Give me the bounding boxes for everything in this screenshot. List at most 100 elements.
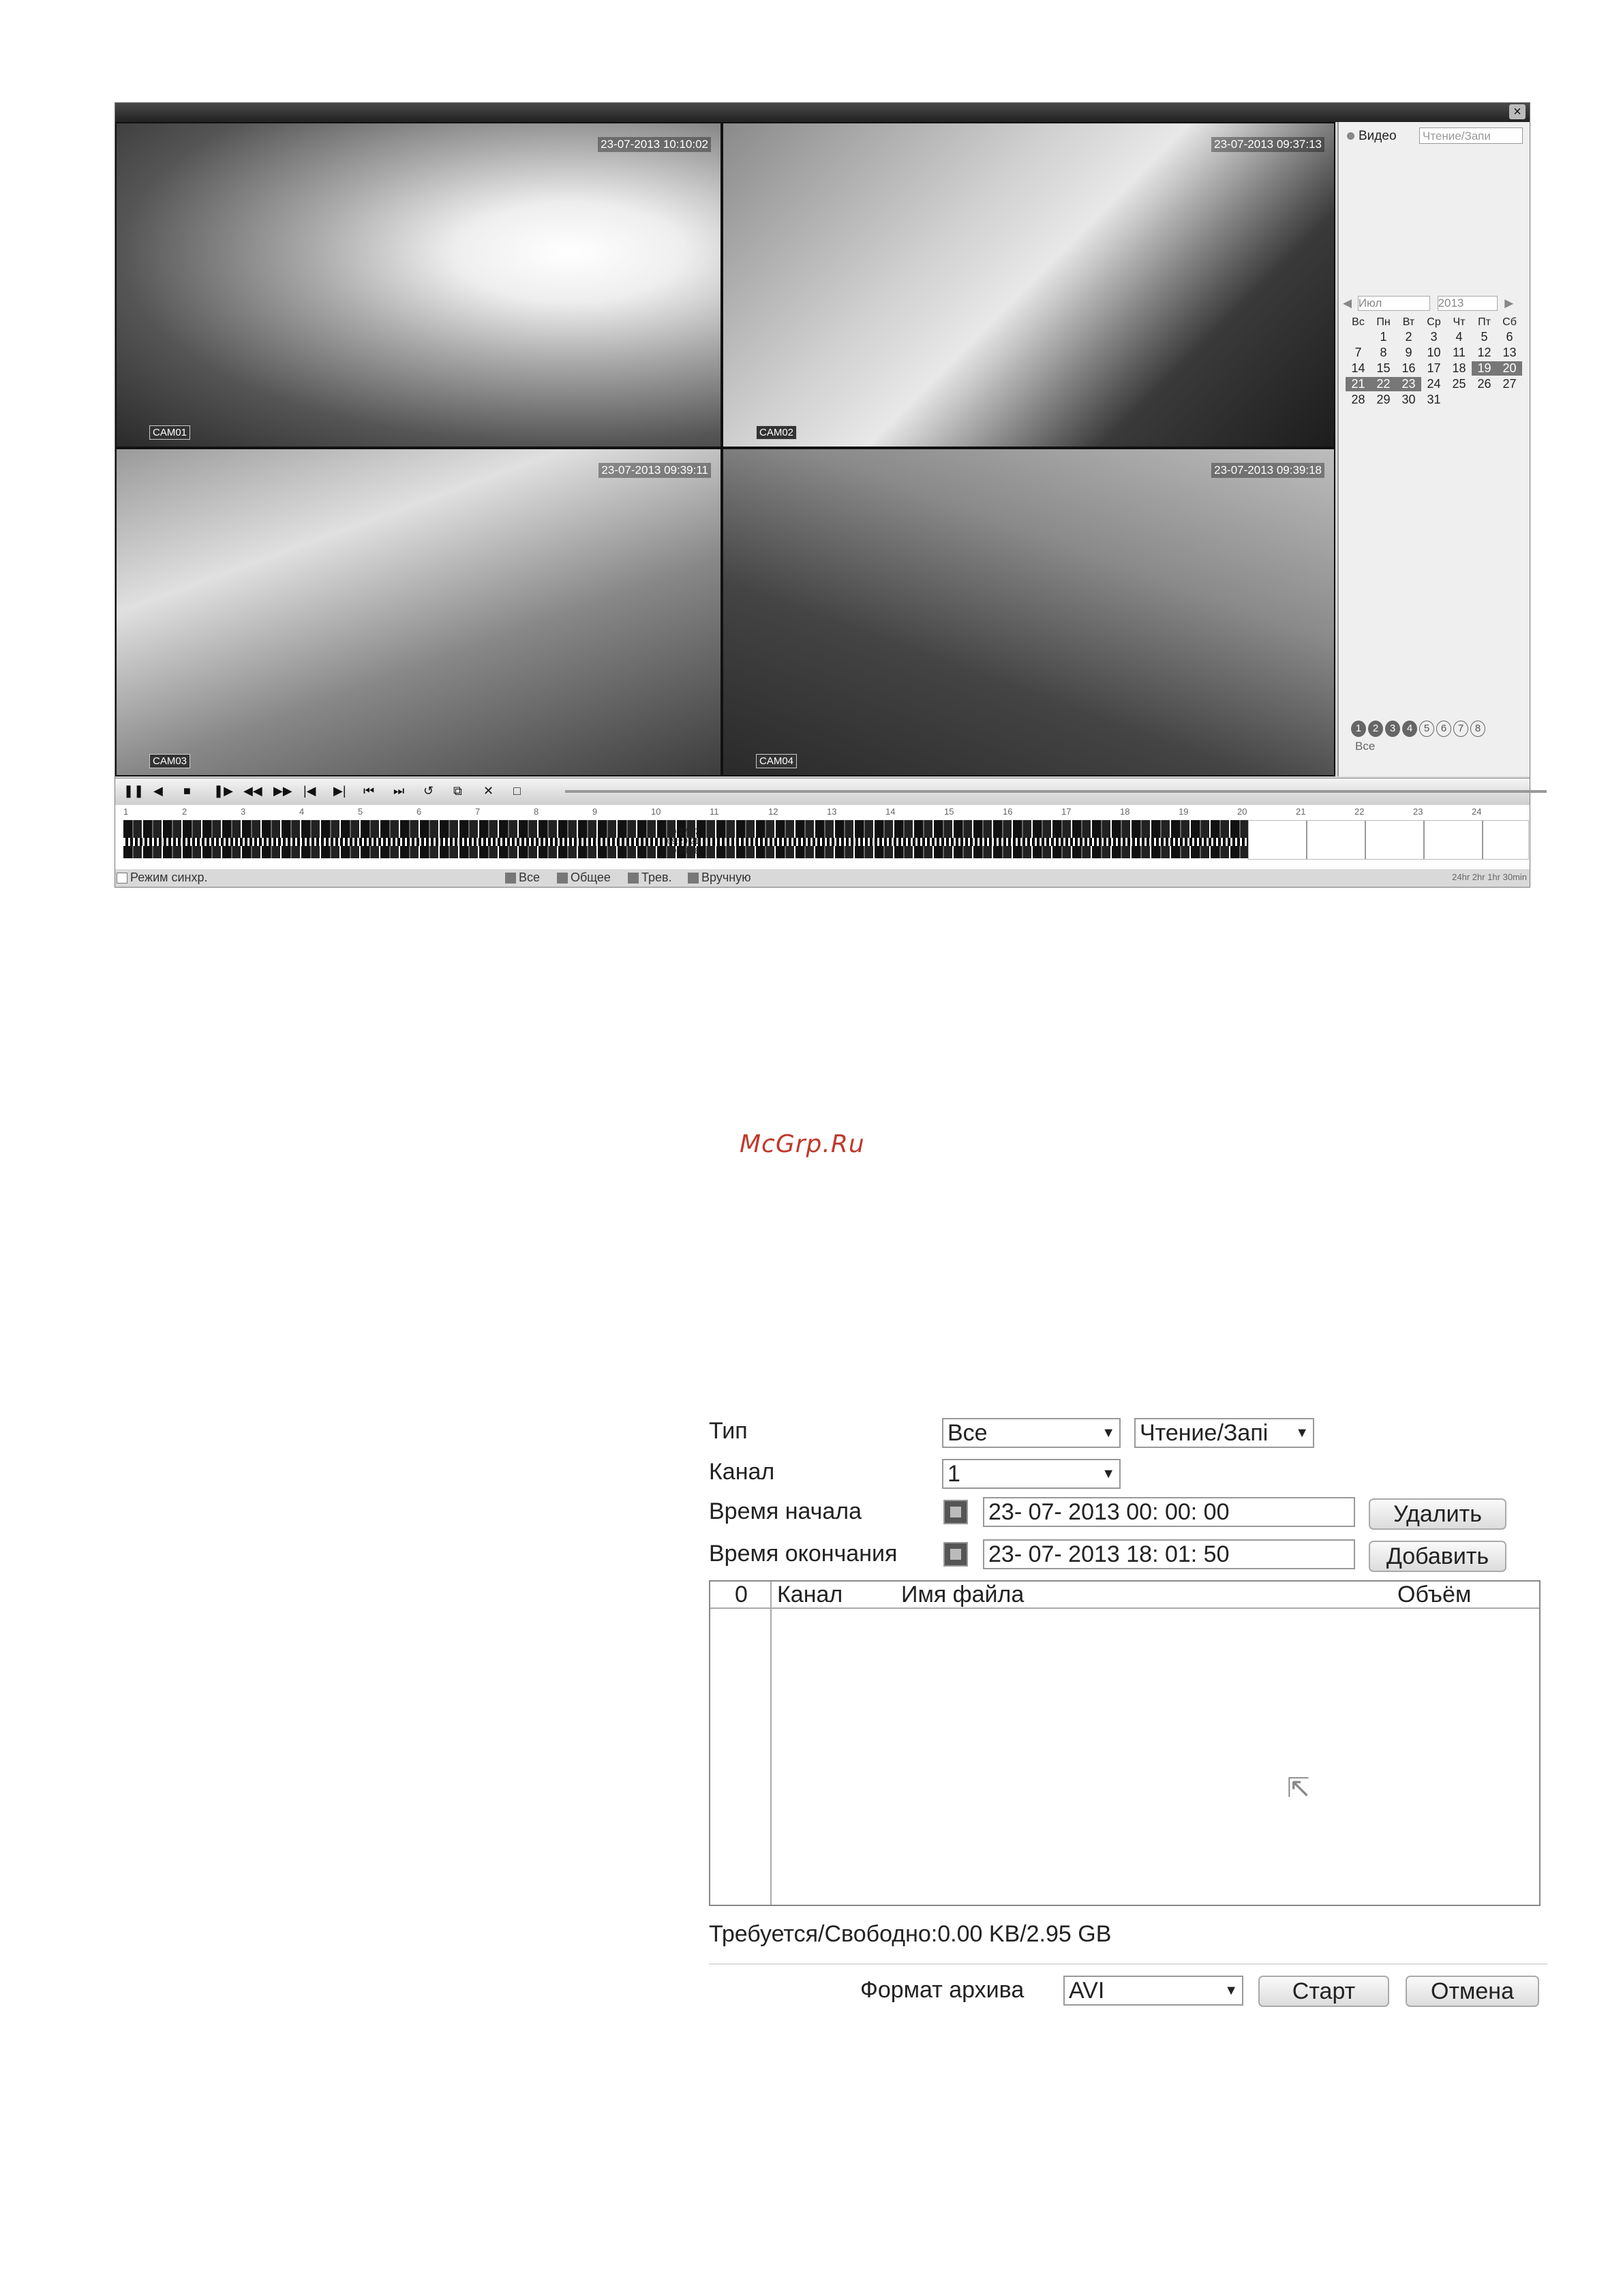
calendar-day[interactable]: 27: [1497, 377, 1522, 391]
calendar-day[interactable]: 18: [1446, 361, 1472, 376]
delete-button[interactable]: Удалить: [1369, 1498, 1506, 1530]
calendar-day[interactable]: 31: [1421, 393, 1446, 407]
calendar-day[interactable]: 26: [1472, 377, 1497, 391]
playback-control-icon[interactable]: ▶▶: [273, 784, 292, 798]
calendar-day[interactable]: 11: [1446, 346, 1472, 360]
video-radio[interactable]: Видео: [1347, 129, 1397, 144]
timeline-hour-tick: 1: [123, 806, 129, 817]
calendar-day[interactable]: 20: [1497, 361, 1522, 376]
calendar-day[interactable]: 23: [1396, 377, 1421, 391]
playback-control-icon[interactable]: ◀◀: [243, 784, 262, 798]
playback-control-icon[interactable]: ▶|: [333, 784, 346, 798]
calendar-day[interactable]: 30: [1396, 393, 1421, 407]
channel-button[interactable]: 5: [1419, 721, 1434, 737]
playback-control-icon[interactable]: ◀: [153, 784, 163, 798]
camera-timestamp: 23-07-2013 09:39:11: [598, 463, 711, 478]
calendar-day[interactable]: 24: [1421, 377, 1446, 391]
channel-button[interactable]: 3: [1385, 721, 1400, 737]
calendar-day[interactable]: 12: [1472, 346, 1497, 360]
playback-control-icon[interactable]: ✕: [483, 784, 494, 798]
calendar-day[interactable]: 6: [1497, 330, 1522, 344]
add-button[interactable]: Добавить: [1369, 1541, 1506, 1572]
calendar-day[interactable]: 15: [1371, 361, 1396, 376]
calendar-day[interactable]: 28: [1346, 393, 1371, 407]
channel-header[interactable]: Канал: [777, 1582, 843, 1608]
file-list[interactable]: 0 Канал Имя файла Объём ⇱: [709, 1580, 1541, 1906]
timeline-hour-tick: 18: [1120, 806, 1130, 817]
camera-timestamp: 23-07-2013 10:10:02: [598, 137, 711, 152]
playback-control-icon[interactable]: ⏮: [363, 784, 374, 798]
calendar-day[interactable]: 19: [1472, 361, 1497, 376]
playback-control-icon[interactable]: ↺: [423, 784, 434, 798]
calendar-day[interactable]: 21: [1346, 377, 1371, 391]
mode-select[interactable]: Чтение/Запи: [1419, 127, 1523, 144]
calendar-day[interactable]: 25: [1446, 377, 1472, 391]
calendar-day[interactable]: 8: [1371, 346, 1396, 360]
all-channels-label[interactable]: Все: [1355, 740, 1375, 753]
size-header[interactable]: Объём: [1397, 1582, 1471, 1608]
calendar-day[interactable]: 2: [1396, 330, 1421, 344]
month-select[interactable]: Июл: [1357, 296, 1430, 311]
cancel-button[interactable]: Отмена: [1406, 1976, 1539, 2007]
channel-button[interactable]: 8: [1470, 721, 1485, 737]
seek-bar[interactable]: [565, 790, 1547, 793]
channel-buttons: 12345678: [1351, 721, 1487, 737]
calendar-day[interactable]: 5: [1472, 330, 1497, 344]
calendar-day[interactable]: 13: [1497, 346, 1522, 360]
start-time-field[interactable]: 23- 07- 2013 00: 00: 00: [983, 1497, 1355, 1527]
checkbox-icon: [117, 873, 127, 884]
camera-view-3[interactable]: 23-07-2013 09:39:11 CAM03: [115, 448, 722, 776]
filter-manual[interactable]: Вручную: [688, 871, 751, 885]
end-time-field[interactable]: 23- 07- 2013 18: 01: 50: [983, 1539, 1355, 1569]
sync-mode-checkbox[interactable]: Режим синхр.: [117, 871, 208, 885]
timeline-hour-scale: 1 2 3 4 5 6 7 8 9 10 11 12 13 14 15 16 17 18 19 20 21 22 23 24: [115, 805, 1530, 819]
channel-button[interactable]: 2: [1368, 721, 1383, 737]
calendar-day[interactable]: 10: [1421, 346, 1446, 360]
calendar-day[interactable]: 7: [1346, 346, 1371, 360]
channel-select[interactable]: 1 ▼: [942, 1459, 1121, 1489]
filename-header[interactable]: Имя файла: [901, 1582, 1024, 1608]
channel-button[interactable]: 1: [1351, 721, 1366, 737]
start-button[interactable]: Старт: [1258, 1976, 1389, 2007]
calendar-day[interactable]: 9: [1396, 346, 1421, 360]
calendar-day[interactable]: 14: [1346, 361, 1371, 376]
year-select[interactable]: 2013: [1437, 296, 1498, 311]
filter-general[interactable]: Общее: [557, 871, 611, 885]
camera-view-2[interactable]: 23-07-2013 09:37:13 CAM02: [722, 122, 1335, 448]
channel-button[interactable]: 7: [1453, 721, 1468, 737]
playback-control-icon[interactable]: ❚❚: [123, 784, 144, 798]
calendar-day[interactable]: 16: [1396, 361, 1421, 376]
channel-button[interactable]: 6: [1436, 721, 1451, 737]
playback-control-icon[interactable]: □: [513, 784, 521, 798]
calendar-day[interactable]: 17: [1421, 361, 1446, 376]
prev-month-icon[interactable]: ◀: [1343, 297, 1352, 309]
calendar-icon[interactable]: [943, 1542, 968, 1567]
filter-alarm[interactable]: Трев.: [628, 871, 672, 885]
type-value: Все: [947, 1420, 988, 1446]
calendar-day[interactable]: 4: [1446, 330, 1472, 344]
checkbox-icon: [505, 873, 516, 884]
type-select[interactable]: Все ▼: [942, 1418, 1121, 1448]
calendar-day[interactable]: 1: [1371, 330, 1396, 344]
archive-format-select[interactable]: AVI ▼: [1063, 1976, 1243, 2006]
playback-control-icon[interactable]: ⧉: [453, 784, 462, 798]
camera-view-1[interactable]: 23-07-2013 10:10:02 CAM01: [115, 122, 722, 448]
calendar-day[interactable]: 22: [1371, 377, 1396, 391]
calendar-day[interactable]: 29: [1371, 393, 1396, 407]
calendar-icon[interactable]: [943, 1500, 968, 1524]
next-month-icon[interactable]: ▶: [1504, 297, 1513, 309]
calendar-day[interactable]: 3: [1421, 330, 1446, 344]
watermark: McGrp.Ru: [740, 1130, 865, 1158]
playback-control-icon[interactable]: ■: [183, 784, 191, 798]
playback-control-icon[interactable]: ⏭: [393, 784, 404, 798]
read-write-select[interactable]: Чтение/Запі ▼: [1134, 1418, 1314, 1448]
playback-control-icon[interactable]: |◀: [303, 784, 316, 798]
filter-all[interactable]: Все: [505, 871, 540, 885]
weekday-header: Сб: [1502, 316, 1517, 328]
weekday-header: Пт: [1478, 316, 1491, 328]
close-icon[interactable]: ×: [1509, 104, 1526, 119]
playback-control-icon[interactable]: ❚▶: [213, 784, 233, 798]
camera-view-4[interactable]: 23-07-2013 09:39:18 CAM04: [722, 448, 1335, 776]
channel-button[interactable]: 4: [1402, 721, 1417, 737]
zoom-options[interactable]: 24hr 2hr 1hr 30min: [1452, 872, 1527, 882]
